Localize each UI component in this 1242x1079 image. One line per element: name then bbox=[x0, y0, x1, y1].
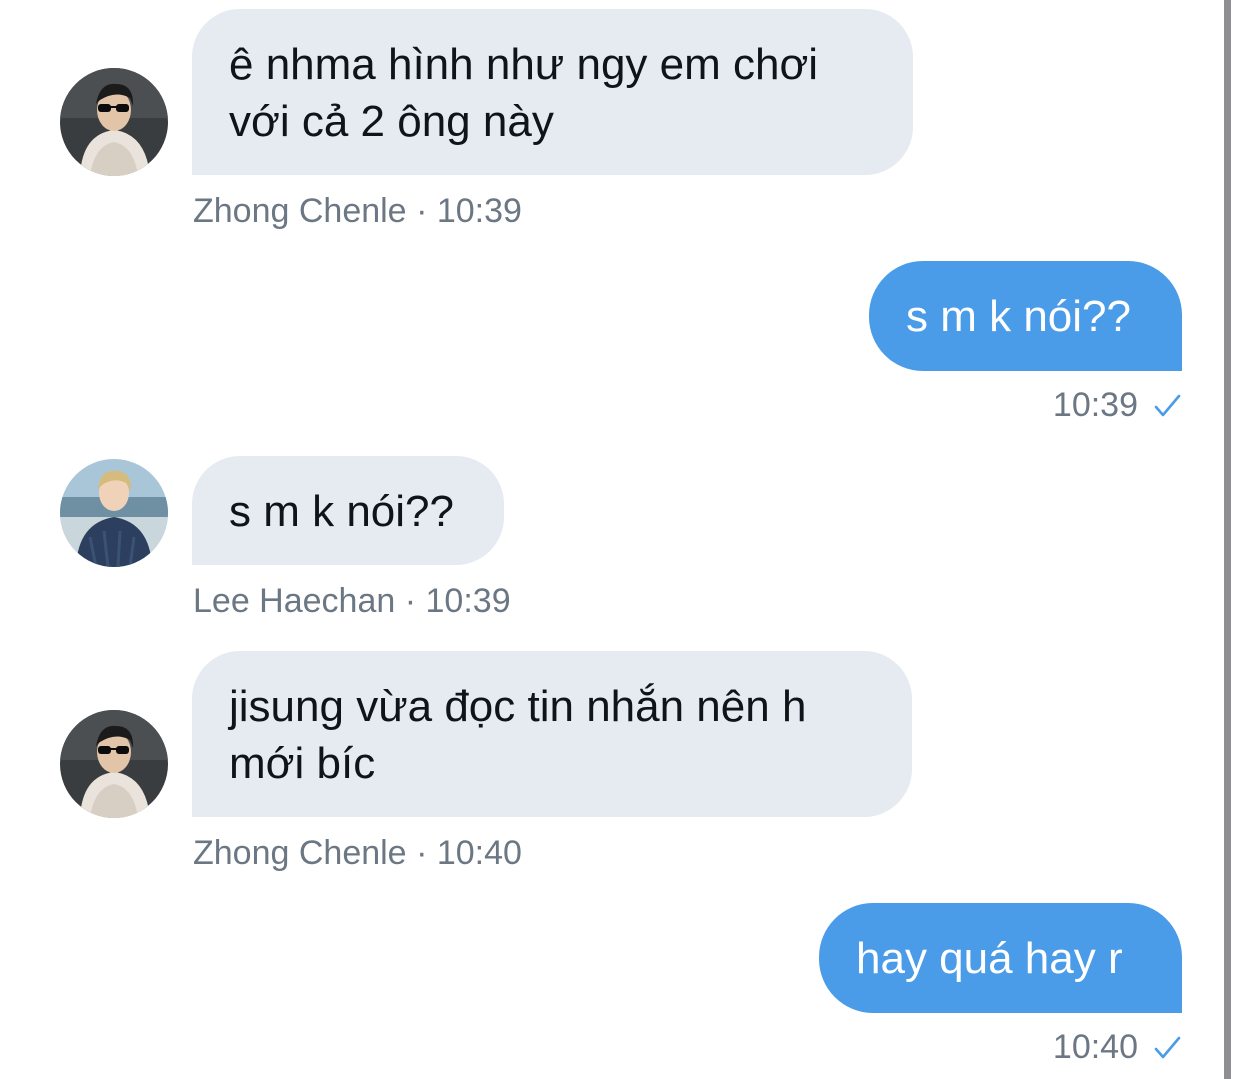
meta-separator: · bbox=[404, 582, 417, 620]
message-text: s m k nói?? bbox=[906, 292, 1131, 341]
message-time: 10:40 bbox=[436, 834, 522, 872]
incoming-message-bubble[interactable]: s m k nói?? bbox=[192, 456, 504, 565]
message-text-line: jisung vừa đọc tin nhắn nên h bbox=[229, 682, 807, 731]
message-meta: Zhong Chenle · 10:40 bbox=[193, 834, 522, 873]
chat-conversation: ê nhma hình như ngy em chơi với cả 2 ông… bbox=[0, 0, 1242, 1079]
sender-name: Lee Haechan bbox=[193, 582, 396, 620]
message-meta: Lee Haechan · 10:39 bbox=[193, 582, 511, 621]
message-meta: 10:39 bbox=[1053, 386, 1182, 425]
incoming-message-bubble[interactable]: jisung vừa đọc tin nhắn nên h mới bíc bbox=[192, 651, 912, 817]
avatar-lee-haechan-icon bbox=[60, 459, 168, 567]
outgoing-message-bubble[interactable]: hay quá hay r bbox=[819, 903, 1182, 1013]
message-time: 10:39 bbox=[1052, 386, 1138, 424]
outgoing-message-bubble[interactable]: s m k nói?? bbox=[869, 261, 1182, 371]
sender-name: Zhong Chenle bbox=[193, 192, 407, 230]
message-text-line: với cả 2 ông này bbox=[229, 97, 554, 146]
sender-name: Zhong Chenle bbox=[193, 834, 407, 872]
avatar[interactable] bbox=[60, 459, 168, 567]
avatar-zhong-chenle-icon bbox=[60, 68, 168, 176]
avatar[interactable] bbox=[60, 68, 168, 176]
avatar[interactable] bbox=[60, 710, 168, 818]
incoming-message-bubble[interactable]: ê nhma hình như ngy em chơi với cả 2 ông… bbox=[192, 9, 913, 175]
message-meta: Zhong Chenle · 10:39 bbox=[193, 192, 522, 231]
message-meta: 10:40 bbox=[1053, 1028, 1182, 1067]
scrollbar[interactable] bbox=[1224, 0, 1231, 1079]
message-time: 10:39 bbox=[436, 192, 522, 230]
message-time: 10:40 bbox=[1052, 1028, 1138, 1066]
message-text-line: ê nhma hình như ngy em chơi bbox=[229, 40, 819, 89]
check-icon bbox=[1154, 1036, 1181, 1058]
message-text: hay quá hay r bbox=[856, 934, 1123, 983]
message-time: 10:39 bbox=[425, 582, 511, 620]
meta-separator: · bbox=[416, 834, 428, 872]
meta-separator: · bbox=[416, 192, 428, 230]
message-text: s m k nói?? bbox=[229, 487, 454, 536]
message-text-line: mới bíc bbox=[229, 739, 376, 788]
check-icon bbox=[1154, 394, 1181, 416]
avatar-zhong-chenle-icon bbox=[60, 710, 168, 818]
